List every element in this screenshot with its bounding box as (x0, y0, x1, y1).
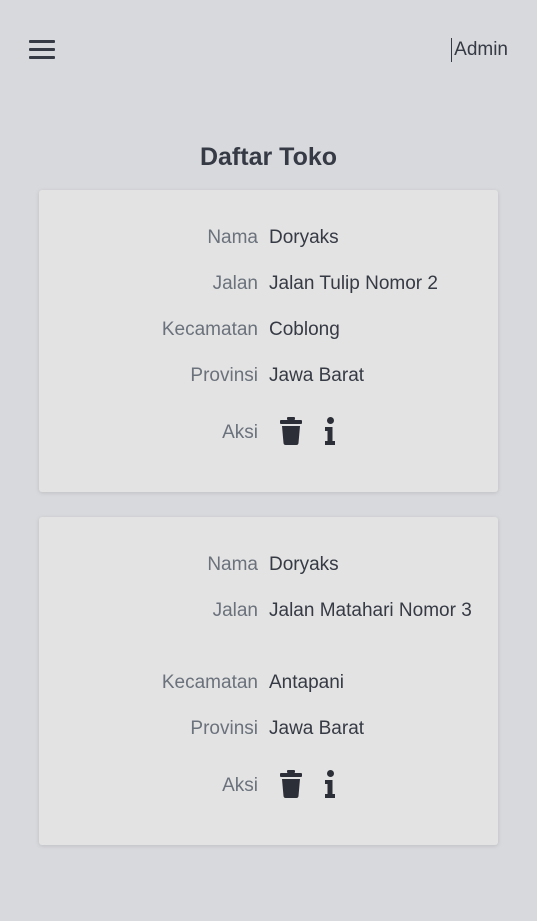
jalan-label: Jalan (212, 273, 258, 294)
trash-icon[interactable] (280, 417, 302, 445)
hamburger-line (29, 40, 55, 43)
nama-label: Nama (207, 554, 258, 575)
provinsi-value: Jawa Barat (269, 365, 365, 386)
hamburger-line (29, 48, 55, 51)
kecamatan-value: Antapani (269, 672, 345, 693)
page-title: Daftar Toko (199, 143, 338, 171)
jalan-value: Jalan Tulip Nomor 2 (269, 273, 438, 294)
hamburger-icon[interactable] (29, 40, 55, 61)
store-card: Nama Doryaks Jalan Jalan Tulip Nomor 2 K… (39, 190, 498, 492)
user-menu-admin[interactable]: Admin (451, 38, 508, 62)
nama-value: Doryaks (269, 554, 339, 575)
jalan-value: Jalan Matahari Nomor 3 (269, 600, 472, 621)
aksi-label: Aksi (222, 775, 258, 796)
nama-label: Nama (207, 227, 258, 248)
kecamatan-label: Kecamatan (161, 672, 258, 693)
hamburger-line (29, 56, 55, 59)
kecamatan-label: Kecamatan (161, 319, 258, 340)
kecamatan-value: Coblong (269, 319, 340, 340)
info-icon[interactable] (324, 770, 336, 798)
provinsi-label: Provinsi (190, 365, 258, 386)
trash-icon[interactable] (280, 770, 302, 798)
aksi-label: Aksi (222, 422, 258, 443)
provinsi-label: Provinsi (190, 718, 258, 739)
nama-value: Doryaks (269, 227, 339, 248)
provinsi-value: Jawa Barat (269, 718, 365, 739)
top-bar: Admin (0, 0, 537, 100)
jalan-label: Jalan (212, 600, 258, 621)
info-icon[interactable] (324, 417, 336, 445)
store-card: Nama Doryaks Jalan Jalan Matahari Nomor … (39, 517, 498, 845)
